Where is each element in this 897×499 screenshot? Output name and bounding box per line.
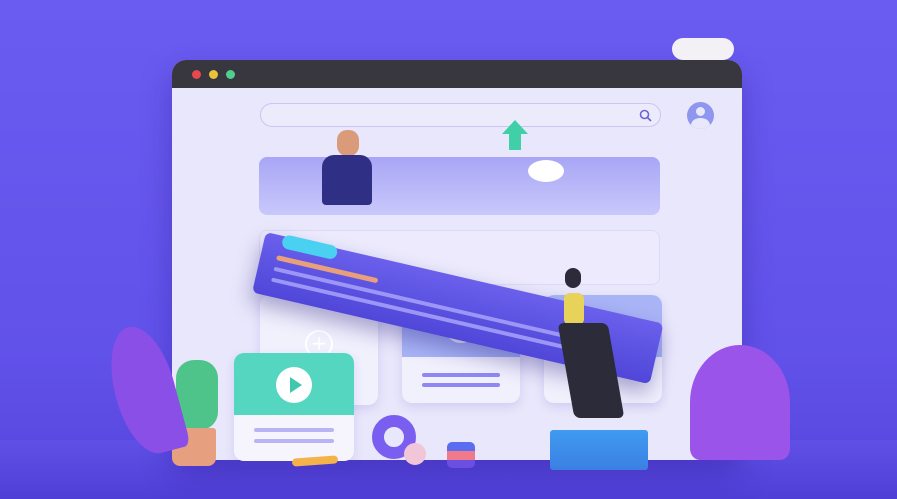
arrow-up-icon	[502, 120, 528, 150]
ball-shape	[404, 443, 426, 465]
search-input[interactable]	[260, 103, 661, 127]
user-avatar-icon[interactable]	[687, 102, 714, 129]
leaf-plant-right	[690, 345, 790, 460]
man-figure	[337, 130, 359, 156]
play-icon[interactable]	[276, 367, 312, 403]
woman-body	[564, 293, 584, 325]
man-body	[322, 155, 372, 205]
steps	[550, 430, 648, 470]
hero-banner	[259, 157, 660, 215]
stork-figure	[528, 160, 564, 182]
woman-figure	[565, 268, 581, 288]
cat-figure	[672, 38, 734, 60]
search-icon[interactable]	[639, 109, 652, 122]
video-card[interactable]	[234, 353, 354, 461]
maximize-button[interactable]	[226, 70, 235, 79]
minimize-button[interactable]	[209, 70, 218, 79]
close-button[interactable]	[192, 70, 201, 79]
cylinder-shape	[447, 442, 475, 468]
title-bar	[172, 60, 742, 88]
